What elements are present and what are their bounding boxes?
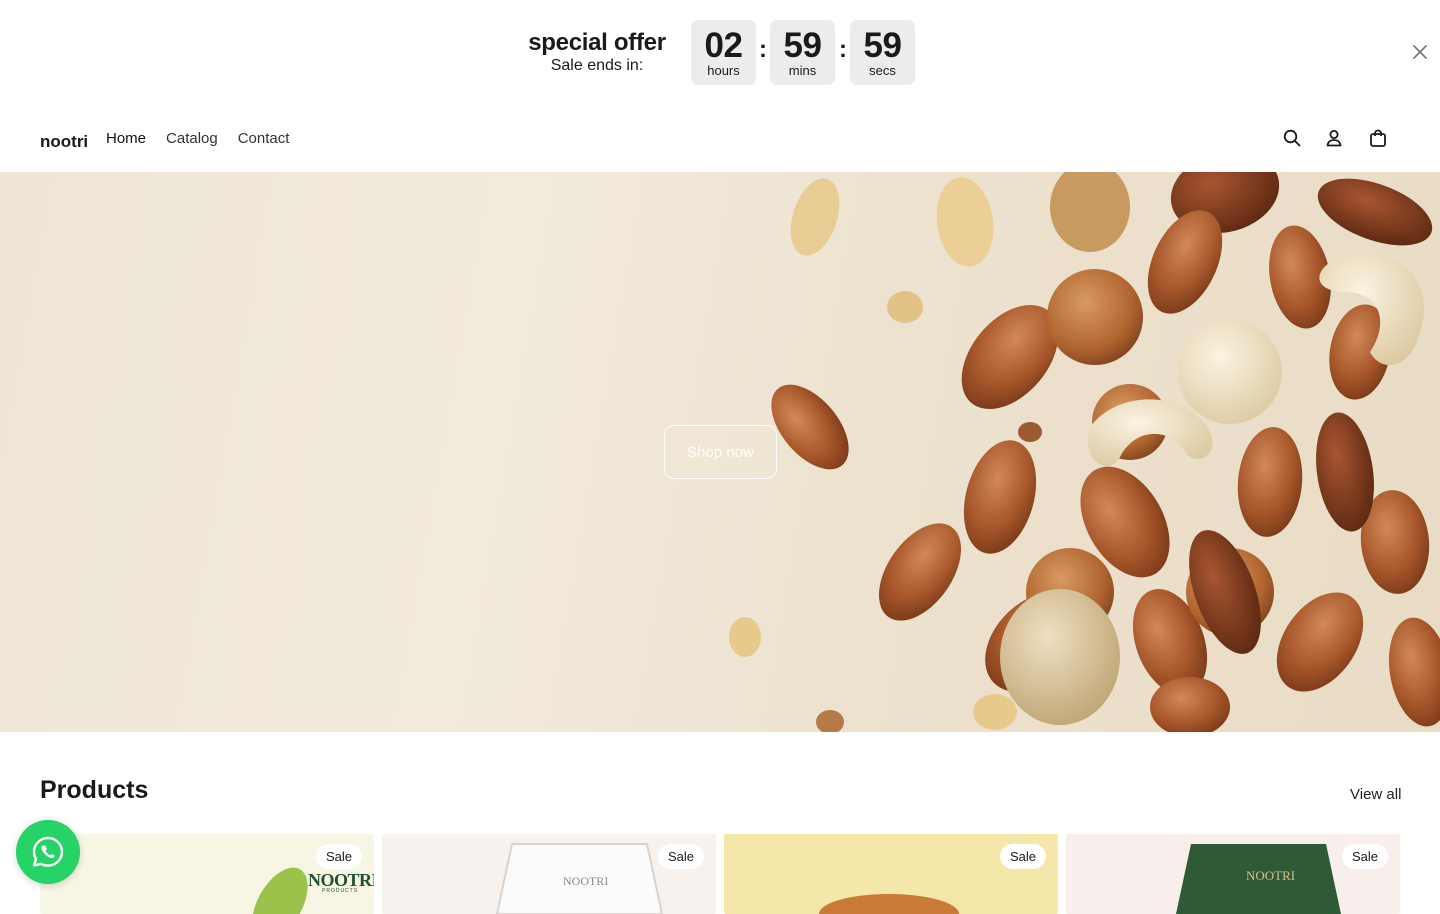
offer-subtitle: Sale ends in:	[550, 57, 644, 74]
search-icon[interactable]	[1282, 128, 1302, 148]
offer-text: special offer Sale ends in:	[526, 29, 668, 76]
sale-badge: Sale	[657, 844, 704, 869]
countdown-mins-value: 59	[783, 26, 822, 65]
site-header: nootri Home Catalog Contact	[0, 104, 1440, 172]
product-card[interactable]: NOOTRI Sale	[1066, 834, 1400, 914]
countdown-mins-label: mins	[788, 63, 817, 78]
product-card[interactable]: Sale	[724, 834, 1058, 914]
view-all-link[interactable]: View all	[1350, 786, 1401, 803]
offer-title: special offer	[528, 29, 666, 56]
countdown-secs-value: 59	[863, 26, 902, 65]
cart-icon[interactable]	[1368, 128, 1388, 148]
nav-home[interactable]: Home	[106, 130, 146, 147]
countdown-secs: 59 secs	[850, 20, 915, 85]
whatsapp-icon	[32, 836, 64, 867]
countdown-hours-label: hours	[707, 63, 740, 78]
whatsapp-button[interactable]	[16, 820, 80, 884]
product-card[interactable]: NOOTRI PRODUCTS Sale	[40, 834, 374, 914]
account-icon[interactable]	[1324, 128, 1344, 148]
products-heading: Products	[40, 776, 149, 804]
main-nav: Home Catalog Contact	[106, 130, 289, 147]
nav-contact[interactable]: Contact	[238, 130, 290, 147]
close-icon[interactable]	[1408, 40, 1432, 64]
sale-badge: Sale	[1341, 844, 1388, 869]
countdown-hours-value: 02	[704, 26, 743, 65]
countdown-mins: 59 mins	[770, 20, 835, 85]
sale-badge: Sale	[999, 844, 1046, 869]
countdown-separator: :	[839, 36, 847, 63]
countdown-hours: 02 hours	[691, 20, 756, 85]
product-card[interactable]: NOOTRI Sale	[382, 834, 716, 914]
sale-badge: Sale	[315, 844, 362, 869]
announcement-bar: special offer Sale ends in: 02 hours : 5…	[0, 0, 1440, 104]
product-brand: NOOTRI	[563, 874, 609, 888]
countdown-separator: :	[759, 36, 767, 63]
hero-banner: Shop now	[0, 172, 1440, 732]
product-brand: NOOTRI	[1246, 868, 1296, 883]
shop-now-button[interactable]: Shop now	[664, 425, 777, 479]
nav-catalog[interactable]: Catalog	[166, 130, 218, 147]
countdown-secs-label: secs	[869, 63, 896, 78]
site-logo[interactable]: nootri	[40, 132, 88, 152]
product-brand-sub: PRODUCTS	[322, 888, 359, 894]
